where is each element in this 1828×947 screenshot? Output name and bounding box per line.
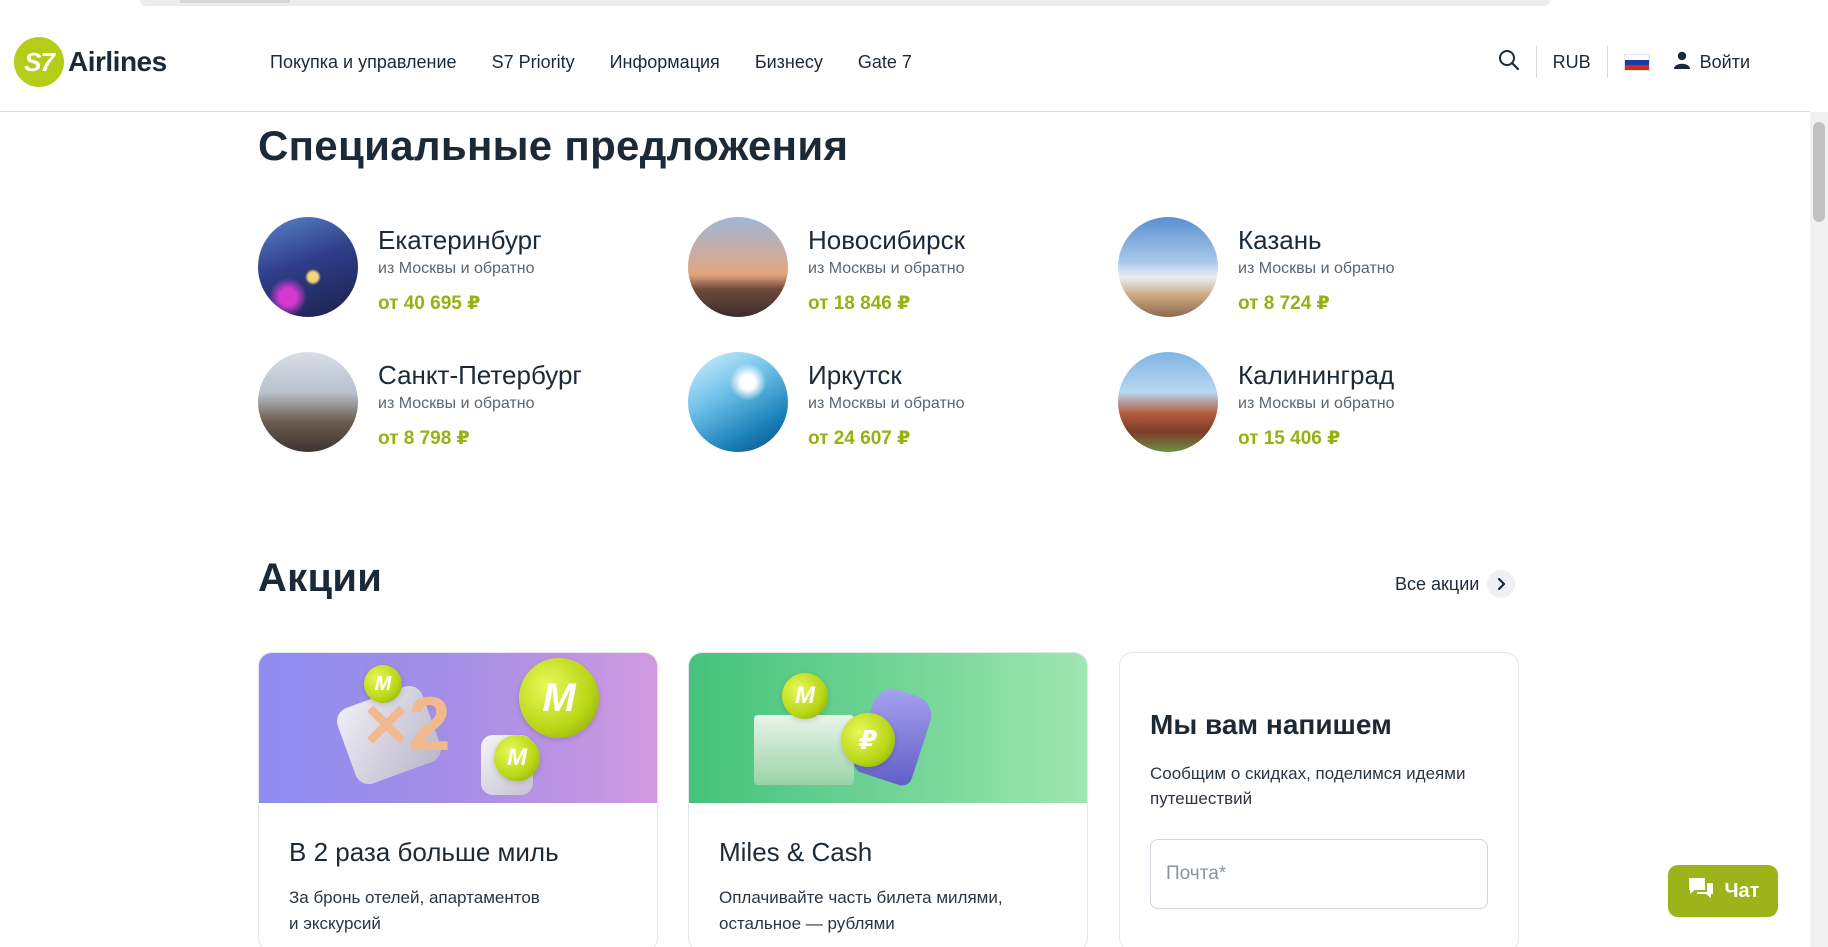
offer-card[interactable]: Иркутск из Москвы и обратно от 24 607 ₽	[688, 352, 1108, 456]
nav-item-s7-priority[interactable]: S7 Priority	[492, 52, 575, 73]
promo-card-text: Оплачивайте часть билета милями, остальн…	[719, 885, 1009, 937]
s7-logo-text: Airlines	[68, 46, 167, 77]
offer-price: от 8 798 ₽	[378, 428, 470, 449]
all-promos-label: Все акции	[1395, 573, 1480, 594]
promo-banner: ×2 M M M	[259, 653, 657, 803]
miles-coin-icon: M	[519, 658, 599, 738]
chat-button[interactable]: Чат	[1668, 865, 1778, 917]
page-scrollbar[interactable]	[1810, 112, 1828, 947]
city-photo	[258, 352, 358, 452]
offer-subtitle: из Москвы и обратно	[1238, 260, 1395, 277]
subscribe-title: Мы вам напишем	[1150, 709, 1392, 740]
s7-airlines-logo[interactable]: S7 Airlines	[14, 34, 167, 90]
main-nav: Покупка и управление S7 Priority Информа…	[270, 12, 947, 112]
offer-subtitle: из Москвы и обратно	[378, 395, 535, 412]
promo-banner: M ₽	[689, 653, 1087, 803]
nav-item-purchase[interactable]: Покупка и управление	[270, 52, 457, 73]
promo-card-text-line: и экскурсий	[289, 914, 381, 933]
special-offers-title: Специальные предложения	[258, 122, 849, 169]
offer-city: Новосибирск	[808, 225, 965, 255]
miles-coin-icon: M	[364, 665, 402, 703]
nav-item-information[interactable]: Информация	[610, 52, 720, 73]
offer-city: Санкт-Петербург	[378, 360, 582, 390]
header-divider	[1606, 46, 1608, 78]
promos-title: Акции	[258, 556, 383, 600]
offer-price: от 8 724 ₽	[1238, 293, 1330, 314]
all-promos-link[interactable]: Все акции	[1395, 570, 1516, 598]
city-photo	[1118, 352, 1218, 452]
chat-bubbles-icon	[1687, 876, 1715, 906]
promo-card-miles-cash[interactable]: M ₽ Miles & Cash Оплачивайте часть билет…	[688, 652, 1088, 947]
login-label: Войти	[1699, 51, 1750, 72]
ruble-coin-icon: ₽	[841, 713, 895, 767]
offer-price: от 18 846 ₽	[808, 293, 911, 314]
offer-card[interactable]: Екатеринбург из Москвы и обратно от 40 6…	[258, 217, 678, 321]
scrollbar-thumb[interactable]	[1813, 122, 1825, 222]
promo-card-double-miles[interactable]: ×2 M M M В 2 раза больше миль За бронь о…	[258, 652, 658, 947]
offer-subtitle: из Москвы и обратно	[378, 260, 535, 277]
offer-subtitle: из Москвы и обратно	[808, 260, 965, 277]
user-icon	[1673, 51, 1690, 74]
offer-card[interactable]: Калининград из Москвы и обратно от 15 40…	[1118, 352, 1538, 456]
offer-city: Иркутск	[808, 360, 902, 390]
login-button[interactable]: Войти	[1673, 51, 1750, 74]
offer-city: Калининград	[1238, 360, 1395, 390]
hotel-icon	[754, 715, 854, 785]
promo-card-text: За бронь отелей, апартаментов и экскурси…	[289, 885, 579, 937]
promo-card-text-line: остальное — рублями	[719, 914, 895, 933]
browser-address-bar	[140, 0, 1550, 6]
site-header: S7 Airlines Покупка и управление S7 Prio…	[0, 12, 1810, 112]
offer-price: от 40 695 ₽	[378, 293, 481, 314]
email-field[interactable]	[1150, 839, 1488, 909]
promo-card-text-line: За бронь отелей, апартаментов	[289, 888, 540, 907]
currency-selector[interactable]: RUB	[1553, 52, 1591, 73]
s7-logo-mark: S7	[14, 37, 64, 87]
nav-item-gate7[interactable]: Gate 7	[858, 52, 912, 73]
offer-card[interactable]: Санкт-Петербург из Москвы и обратно от 8…	[258, 352, 678, 456]
city-photo	[1118, 217, 1218, 317]
chevron-right-icon	[1487, 570, 1516, 598]
city-photo	[688, 217, 788, 317]
nav-item-business[interactable]: Бизнесу	[755, 52, 823, 73]
promo-card-text-line: Оплачивайте часть билета милями,	[719, 888, 1003, 907]
browser-bar-segment	[180, 0, 290, 3]
subscribe-text: Сообщим о скидках, поделимся идеями путе…	[1150, 764, 1466, 808]
offer-city: Казань	[1238, 225, 1322, 255]
city-photo	[688, 352, 788, 452]
offer-card[interactable]: Казань из Москвы и обратно от 8 724 ₽	[1118, 217, 1538, 321]
promo-card-title: Miles & Cash	[719, 837, 873, 867]
header-actions: RUB Войти	[1498, 12, 1750, 112]
russia-flag-icon[interactable]	[1623, 53, 1650, 71]
header-divider	[1535, 46, 1537, 78]
offer-subtitle: из Москвы и обратно	[1238, 395, 1395, 412]
city-photo	[258, 217, 358, 317]
subscribe-card: Мы вам напишем Сообщим о скидках, подели…	[1119, 652, 1519, 947]
offer-price: от 24 607 ₽	[808, 428, 911, 449]
miles-coin-icon: M	[782, 673, 828, 719]
browser-top-strip	[0, 0, 1828, 12]
offer-price: от 15 406 ₽	[1238, 428, 1341, 449]
miles-coin-icon: M	[494, 735, 540, 781]
offer-city: Екатеринбург	[378, 225, 542, 255]
offer-subtitle: из Москвы и обратно	[808, 395, 965, 412]
search-icon[interactable]	[1498, 49, 1520, 76]
offer-card[interactable]: Новосибирск из Москвы и обратно от 18 84…	[688, 217, 1108, 321]
promo-card-title: В 2 раза больше миль	[289, 837, 559, 867]
chat-label: Чат	[1724, 879, 1760, 902]
